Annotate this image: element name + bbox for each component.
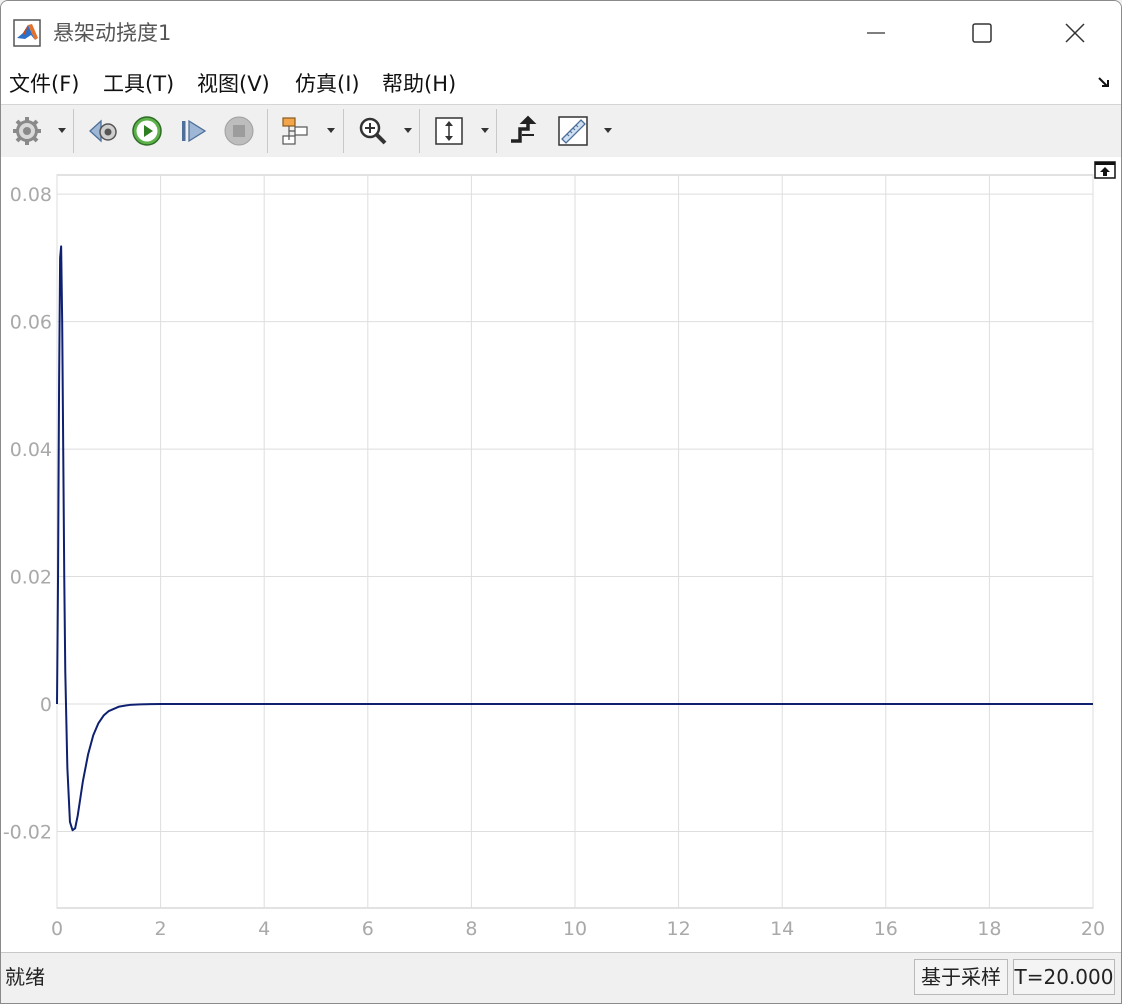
menu-view[interactable]: 视图(V) <box>197 68 270 100</box>
window-title: 悬架动挠度1 <box>53 21 172 45</box>
sample-mode-indicator: 基于采样 <box>914 959 1008 995</box>
minimize-icon[interactable] <box>861 18 891 48</box>
scope-window: 悬架动挠度1 文件(F) 工具(T) 视图(V) 仿真(I) 帮助(H) 0 2… <box>0 0 1122 1004</box>
measurements-dropdown-caret-icon[interactable] <box>603 127 613 135</box>
status-bar: 就绪 基于采样 T=20.000 <box>1 952 1121 1003</box>
signal-dropdown-caret-icon[interactable] <box>326 127 336 135</box>
y-tick-label: 0 <box>40 694 52 716</box>
x-tick-label: 10 <box>563 918 587 940</box>
autoscale-icon[interactable] <box>433 115 465 147</box>
status-text: 就绪 <box>5 965 45 989</box>
cursor-measurements-icon[interactable] <box>557 115 589 147</box>
close-icon[interactable] <box>1060 18 1090 48</box>
menu-file[interactable]: 文件(F) <box>9 68 79 100</box>
menu-simulation[interactable]: 仿真(I) <box>295 68 360 100</box>
matlab-icon <box>13 19 41 47</box>
toolbar-separator <box>343 109 344 153</box>
signal-highlight-icon[interactable] <box>281 115 313 147</box>
y-tick-label: -0.02 <box>3 822 52 844</box>
undock-icon[interactable] <box>1094 161 1116 179</box>
step-forward-icon[interactable] <box>177 115 209 147</box>
toolbar <box>1 104 1121 158</box>
triggers-icon[interactable] <box>508 115 540 147</box>
step-back-icon[interactable] <box>87 115 119 147</box>
toolbar-separator <box>73 109 74 153</box>
x-tick-label: 2 <box>155 918 167 940</box>
simulation-time-readout: T=20.000 <box>1013 959 1115 995</box>
menu-bar: 文件(F) 工具(T) 视图(V) 仿真(I) 帮助(H) <box>1 64 1121 104</box>
y-tick-label: 0.06 <box>10 312 52 334</box>
autoscale-dropdown-caret-icon[interactable] <box>480 127 490 135</box>
scope-chart[interactable]: 0 2 4 6 8 10 12 14 16 18 20 -0.02 0 0.02 0.04 0.06 0.08 <box>1 157 1121 952</box>
arrow-down-right-icon[interactable] <box>1097 74 1113 90</box>
x-tick-label: 14 <box>770 918 794 940</box>
x-tick-label: 0 <box>51 918 63 940</box>
settings-gear-icon[interactable] <box>11 115 43 147</box>
menu-help[interactable]: 帮助(H) <box>382 68 456 100</box>
toolbar-separator <box>496 109 497 153</box>
x-tick-label: 4 <box>258 918 270 940</box>
toolbar-separator <box>419 109 420 153</box>
maximize-icon[interactable] <box>967 18 997 48</box>
y-tick-label: 0.02 <box>10 567 52 589</box>
settings-dropdown-caret-icon[interactable] <box>57 127 67 135</box>
plot-area: 0 2 4 6 8 10 12 14 16 18 20 -0.02 0 0.02 0.04 0.06 0.08 <box>1 157 1121 952</box>
title-bar[interactable]: 悬架动挠度1 <box>1 1 1121 64</box>
menu-tools[interactable]: 工具(T) <box>103 68 174 100</box>
x-tick-label: 6 <box>362 918 374 940</box>
y-tick-label: 0.04 <box>10 439 52 461</box>
x-tick-label: 12 <box>667 918 691 940</box>
x-tick-label: 16 <box>874 918 898 940</box>
y-tick-label: 0.08 <box>10 184 52 206</box>
run-icon[interactable] <box>131 115 163 147</box>
x-tick-label: 18 <box>977 918 1001 940</box>
zoom-icon[interactable] <box>357 115 389 147</box>
zoom-dropdown-caret-icon[interactable] <box>403 127 413 135</box>
x-tick-label: 8 <box>465 918 477 940</box>
toolbar-separator <box>267 109 268 153</box>
stop-icon[interactable] <box>223 115 255 147</box>
x-tick-label: 20 <box>1081 918 1105 940</box>
